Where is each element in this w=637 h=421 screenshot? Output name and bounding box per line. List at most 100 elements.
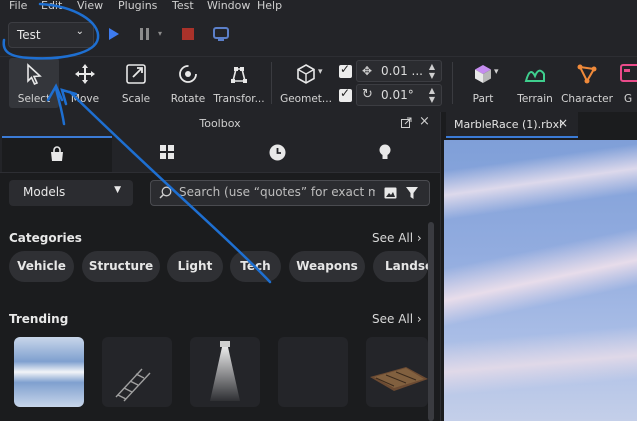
category-pill[interactable]: Landscape <box>373 251 428 282</box>
category-pill[interactable]: Weapons <box>289 251 365 282</box>
caret-down-icon: ▼ <box>114 185 121 195</box>
menu-edit[interactable]: Edit <box>41 0 62 12</box>
toolbox-scrollbar[interactable] <box>428 222 434 421</box>
rotate-tool-label: Rotate <box>170 93 206 105</box>
rotate-tool[interactable]: Rotate <box>163 58 213 108</box>
move-arrows-icon <box>60 62 110 86</box>
character-tool[interactable]: Character <box>561 58 613 108</box>
transform-tool[interactable]: Transfor... <box>213 58 265 108</box>
search-icon <box>159 186 172 199</box>
document-tab[interactable]: MarbleRace (1).rbxl × <box>446 112 578 138</box>
terrain-tool[interactable]: Terrain <box>510 58 560 108</box>
3d-viewport[interactable] <box>444 140 637 421</box>
mode-dropdown-value: Test <box>17 28 41 42</box>
move-snap-checkbox[interactable] <box>339 62 352 78</box>
scale-tool[interactable]: Scale <box>111 58 161 108</box>
menu-file[interactable]: File <box>9 0 27 12</box>
clock-icon <box>222 144 332 161</box>
lightbulb-icon <box>330 144 440 161</box>
play-icon[interactable] <box>108 27 120 41</box>
transform-tool-label: Transfor... <box>213 93 265 105</box>
tab-marketplace[interactable] <box>2 136 112 172</box>
city-thumbnail-icon <box>370 367 428 391</box>
rotate-snap-value: 0.01° <box>381 88 414 102</box>
menu-bar: File Edit View Plugins Test Window Help <box>0 0 637 14</box>
menu-plugins[interactable]: Plugins <box>118 0 157 12</box>
move-snap-value: 0.01 ... <box>381 64 423 78</box>
stepper-arrows-icon[interactable]: ▲ ▼ <box>429 62 435 80</box>
select-tool-label: Select <box>17 93 51 105</box>
move-tool-label: Move <box>70 93 100 105</box>
search-placeholder: Search (use “quotes” for exact match) <box>179 185 375 199</box>
ribbon-divider <box>452 62 453 104</box>
gui-tool-label: G <box>624 93 633 105</box>
trending-item-city[interactable] <box>366 337 428 407</box>
tab-creations[interactable] <box>330 136 440 172</box>
terrain-icon <box>510 62 560 86</box>
category-pill[interactable]: Light <box>167 251 223 282</box>
category-dropdown[interactable]: Models ▼ <box>9 180 133 206</box>
move-snap-icon: ✥ <box>362 64 373 78</box>
categories-heading: Categories <box>9 231 82 245</box>
close-icon[interactable]: × <box>558 116 568 130</box>
categories-see-all[interactable]: See All › <box>372 231 422 245</box>
filter-icon[interactable] <box>406 187 418 199</box>
stop-icon[interactable] <box>182 28 194 40</box>
menu-help[interactable]: Help <box>257 0 282 12</box>
undock-icon[interactable] <box>401 117 412 128</box>
tab-inventory[interactable] <box>112 136 222 172</box>
image-search-icon[interactable] <box>384 187 397 199</box>
caret-down-icon[interactable]: ▾ <box>494 67 499 77</box>
character-tool-label: Character <box>561 93 613 105</box>
category-dropdown-value: Models <box>23 185 66 199</box>
part-tool-label: Part <box>472 93 494 105</box>
category-pill[interactable]: Tech <box>230 251 281 282</box>
rotate-icon <box>163 62 213 86</box>
transform-icon <box>214 62 264 86</box>
tab-recent[interactable] <box>222 136 332 172</box>
trending-item-spotlight[interactable] <box>190 337 260 407</box>
toolbox-search-input[interactable]: Search (use “quotes” for exact match) <box>150 180 430 206</box>
scale-tool-label: Scale <box>121 93 151 105</box>
trending-see-all[interactable]: See All › <box>372 312 422 326</box>
gui-icon <box>620 62 637 86</box>
ribbon-divider <box>271 62 272 104</box>
scale-icon <box>111 62 161 86</box>
trending-item-blank[interactable] <box>278 337 348 407</box>
pause-icon[interactable] <box>140 28 150 40</box>
move-tool[interactable]: Move <box>60 58 110 108</box>
stepper-arrows-icon[interactable]: ▲ ▼ <box>429 86 435 104</box>
trending-item-ladder[interactable] <box>102 337 172 407</box>
ladder-thumbnail-icon <box>115 368 151 402</box>
category-pill[interactable]: Vehicle <box>9 251 74 282</box>
trending-item-skybox[interactable] <box>14 337 84 407</box>
rotate-snap-icon: ↻ <box>362 87 373 102</box>
geometry-tool[interactable]: Geomet... <box>278 58 334 108</box>
shopping-bag-icon <box>2 146 112 162</box>
rotate-snap-checkbox[interactable] <box>339 86 352 102</box>
menu-window[interactable]: Window <box>207 0 250 12</box>
chevron-down-icon: ⌄ <box>75 26 84 37</box>
trending-heading: Trending <box>9 312 69 326</box>
menu-view[interactable]: View <box>77 0 103 12</box>
gui-tool[interactable]: G <box>614 58 637 108</box>
category-pill[interactable]: Structure <box>82 251 160 282</box>
rotate-snap-input[interactable]: ↻ 0.01° ▲ ▼ <box>356 84 442 106</box>
toolbox-header: Toolbox <box>0 112 440 136</box>
move-snap-input[interactable]: ✥ 0.01 ... ▲ ▼ <box>356 60 442 82</box>
select-tool[interactable]: Select <box>9 58 59 108</box>
cursor-icon <box>9 62 59 86</box>
part-tool[interactable]: Part <box>458 58 508 108</box>
document-tab-label: MarbleRace (1).rbxl <box>454 118 563 131</box>
geometry-cube-icon <box>278 62 334 86</box>
toolbox-title: Toolbox <box>199 117 241 130</box>
close-icon[interactable]: × <box>419 114 430 129</box>
spotlight-thumbnail-icon <box>210 341 240 401</box>
caret-down-icon[interactable]: ▾ <box>318 67 323 77</box>
geometry-tool-label: Geomet... <box>280 93 332 105</box>
character-rig-icon <box>562 62 612 86</box>
mode-dropdown[interactable]: Test ⌄ <box>8 22 94 48</box>
menu-test[interactable]: Test <box>172 0 194 12</box>
screen-icon[interactable] <box>213 27 229 41</box>
caret-down-icon[interactable]: ▾ <box>158 29 162 38</box>
